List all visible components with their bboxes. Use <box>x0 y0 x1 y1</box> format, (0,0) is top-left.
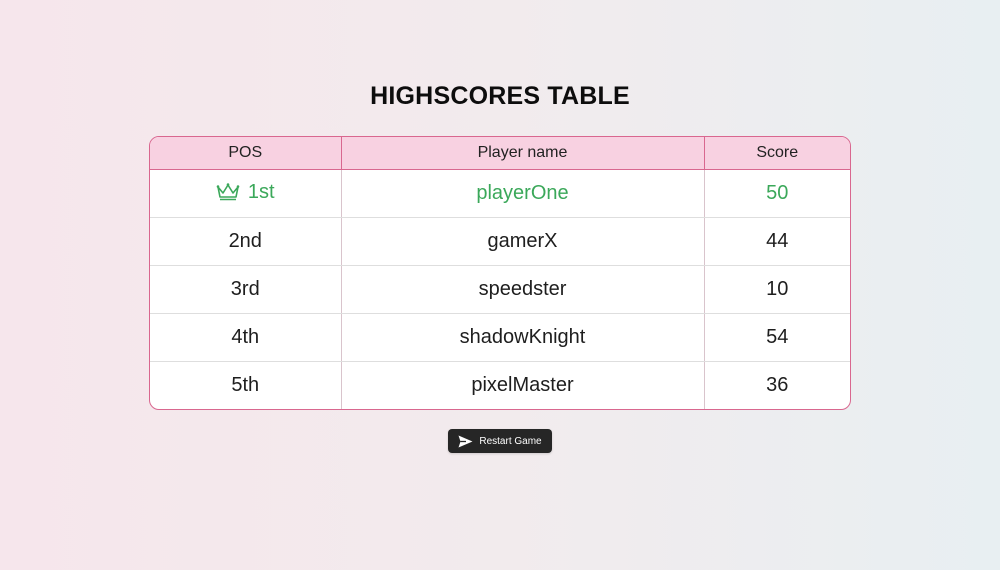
position-cell: 5th <box>231 374 260 396</box>
position-cell: 1st <box>150 169 341 218</box>
score-cell: 10 <box>703 265 850 314</box>
table-row: 5th pixelMaster 36 <box>150 361 850 409</box>
position-cell: 4th <box>150 313 341 362</box>
page-title: HIGHSCORES TABLE <box>370 82 630 110</box>
score-cell: 44 <box>703 217 850 266</box>
score-cell: 54 <box>703 313 850 362</box>
table-row: 3rd speedster 10 <box>150 265 850 314</box>
crown-icon <box>216 182 240 207</box>
player-name-cell: playerOne <box>340 169 704 218</box>
column-header-player-name: Player name <box>340 137 704 170</box>
send-icon <box>458 435 473 448</box>
table-row: 1st playerOne 50 <box>150 169 850 218</box>
player-name-cell: pixelMaster <box>340 361 704 409</box>
column-header-score: Score <box>703 137 850 170</box>
position-cell: 3rd <box>150 265 341 314</box>
player-name-cell: gamerX <box>340 217 704 266</box>
score-cell: 50 <box>703 169 850 218</box>
position-cell: 2nd <box>150 217 341 266</box>
player-name-cell: shadowKnight <box>340 313 704 362</box>
table-header-row: POS Player name Score <box>150 137 850 170</box>
table-row: 2nd gamerX 44 <box>150 217 850 266</box>
column-header-pos: POS <box>150 137 341 170</box>
position-label: 1st <box>247 180 275 203</box>
restart-game-button[interactable]: Restart Game <box>448 429 552 453</box>
score-cell: 36 <box>703 361 850 409</box>
highscores-table: POS Player name Score 1st playerOne 50 2… <box>149 136 851 410</box>
restart-game-label: Restart Game <box>479 435 542 447</box>
player-name-cell: speedster <box>340 265 704 314</box>
table-row: 4th shadowKnight 54 <box>150 313 850 362</box>
